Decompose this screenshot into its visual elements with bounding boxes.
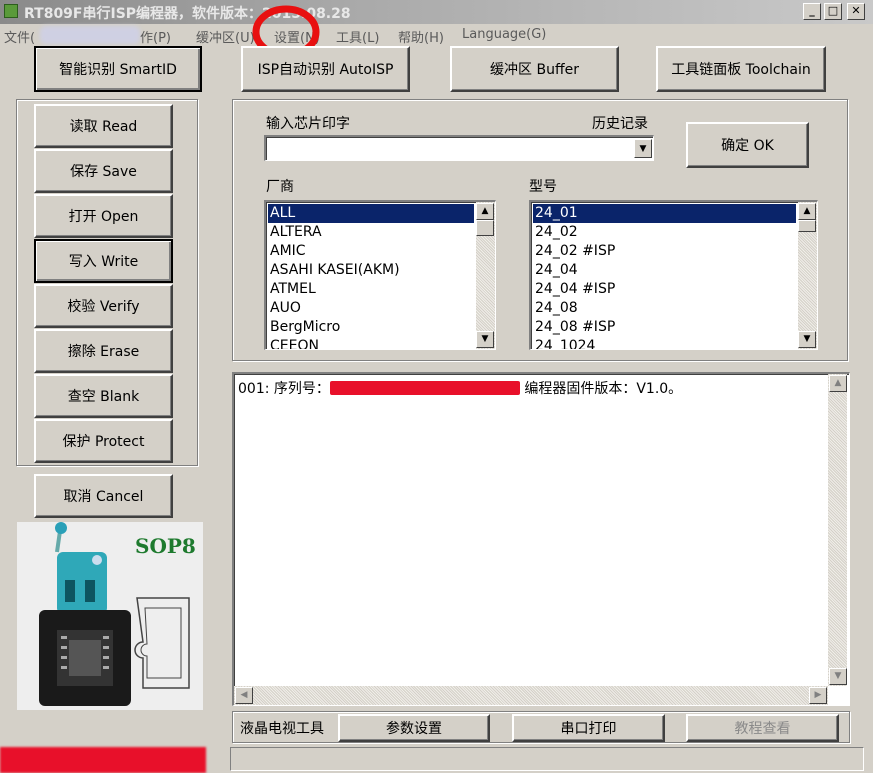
vendor-list[interactable]: ALL ALTERA AMIC ASAHI KASEI(AKM) ATMEL A… — [264, 200, 496, 350]
restore-button[interactable]: □ — [824, 3, 842, 20]
save-button[interactable]: 保存 Save — [34, 149, 173, 193]
menu-help[interactable]: 帮助(H) — [398, 27, 444, 46]
model-scroll-thumb[interactable] — [798, 220, 816, 232]
serial-print-button[interactable]: 串口打印 — [512, 714, 665, 742]
cancel-button[interactable]: 取消 Cancel — [34, 474, 173, 518]
write-button[interactable]: 写入 Write — [34, 239, 173, 283]
chip-input-dropdown-arrow-icon[interactable]: ▼ — [634, 139, 652, 158]
title-bar: RT809F串行ISP编程器，软件版本：2015.08.28 _ □ ✕ — [0, 0, 873, 24]
vendor-item[interactable]: ALTERA — [268, 223, 474, 242]
vendor-item[interactable]: AUO — [268, 299, 474, 318]
app-icon — [4, 4, 18, 18]
menu-bar: 文件( 作(P) 缓冲区(U) 设置(N) 工具(L) 帮助(H) Langua… — [0, 24, 873, 46]
model-item[interactable]: 24_02 #ISP — [533, 242, 796, 261]
vendor-scroll-up-icon[interactable]: ▲ — [476, 203, 494, 220]
menu-tools[interactable]: 工具(L) — [336, 27, 379, 46]
lcd-tool-label: 液晶电视工具 — [240, 721, 324, 737]
log-scroll-left-icon[interactable]: ◀ — [235, 687, 253, 704]
log-line: 001: 序列号： 编程器固件版本：V1.0。 — [238, 378, 682, 398]
sop8-caption: SOP8 — [135, 534, 196, 558]
status-bar — [0, 745, 873, 773]
log-area[interactable]: 001: 序列号： 编程器固件版本：V1.0。 ▲ ▼ ◀ ▶ — [232, 372, 850, 706]
chip-input-combo[interactable]: ▼ — [264, 135, 654, 161]
minimize-button[interactable]: _ — [803, 3, 821, 20]
log-line-suffix: 编程器固件版本：V1.0。 — [519, 381, 683, 397]
model-scroll-up-icon[interactable]: ▲ — [798, 203, 816, 220]
chip-input-field[interactable] — [268, 138, 628, 158]
buffer-button[interactable]: 缓冲区 Buffer — [450, 46, 619, 92]
toolchain-button[interactable]: 工具链面板 Toolchain — [656, 46, 826, 92]
vendor-scroll-down-icon[interactable]: ▼ — [476, 331, 494, 348]
autoisp-button[interactable]: ISP自动识别 AutoISP — [241, 46, 410, 92]
params-button[interactable]: 参数设置 — [338, 714, 490, 742]
menu-buffer[interactable]: 缓冲区(U) — [196, 27, 255, 46]
log-scroll-down-icon[interactable]: ▼ — [829, 668, 847, 685]
log-scroll-right-icon[interactable]: ▶ — [809, 687, 827, 704]
serial-redaction — [329, 381, 520, 395]
model-item[interactable]: 24_1024 — [533, 337, 796, 349]
log-hscrollbar[interactable] — [234, 686, 828, 705]
open-button[interactable]: 打开 Open — [34, 194, 173, 238]
log-scroll-up-icon[interactable]: ▲ — [829, 375, 847, 392]
socket-image: SOP8 — [17, 522, 203, 710]
menu-language[interactable]: Language(G) — [462, 27, 546, 42]
log-vscrollbar[interactable] — [828, 374, 847, 686]
read-button[interactable]: 读取 Read — [34, 104, 173, 148]
close-button[interactable]: ✕ — [847, 3, 865, 20]
smartid-button[interactable]: 智能识别 SmartID — [34, 46, 202, 92]
chip-input-label: 输入芯片印字 — [266, 116, 350, 132]
vendor-item[interactable]: ASAHI KASEI(AKM) — [268, 261, 474, 280]
status-panel — [230, 747, 864, 771]
model-item[interactable]: 24_08 — [533, 299, 796, 318]
vendor-item[interactable]: CEEON — [268, 337, 474, 349]
ok-button[interactable]: 确定 OK — [686, 122, 809, 168]
status-redaction — [0, 747, 206, 773]
vendor-item[interactable]: AMIC — [268, 242, 474, 261]
vendor-label: 厂商 — [266, 179, 294, 195]
history-label: 历史记录 — [592, 116, 648, 132]
vendor-item[interactable]: BergMicro — [268, 318, 474, 337]
model-item[interactable]: 24_01 — [533, 204, 796, 223]
protect-button[interactable]: 保护 Protect — [34, 419, 173, 463]
model-item[interactable]: 24_04 #ISP — [533, 280, 796, 299]
tutorial-button[interactable]: 教程查看 — [686, 714, 839, 742]
model-label: 型号 — [529, 179, 557, 195]
model-list[interactable]: 24_01 24_02 24_02 #ISP 24_04 24_04 #ISP … — [529, 200, 818, 350]
menu-file[interactable]: 文件( — [4, 27, 35, 46]
menu-redaction — [40, 26, 140, 44]
model-item[interactable]: 24_08 #ISP — [533, 318, 796, 337]
vendor-item[interactable]: ALL — [268, 204, 474, 223]
blank-button[interactable]: 查空 Blank — [34, 374, 173, 418]
verify-button[interactable]: 校验 Verify — [34, 284, 173, 328]
erase-button[interactable]: 擦除 Erase — [34, 329, 173, 373]
vendor-item[interactable]: ATMEL — [268, 280, 474, 299]
menu-operate[interactable]: 作(P) — [140, 27, 171, 46]
vendor-scroll-thumb[interactable] — [476, 220, 494, 236]
model-item[interactable]: 24_04 — [533, 261, 796, 280]
log-line-prefix: 001: 序列号： — [238, 381, 330, 397]
model-scroll-down-icon[interactable]: ▼ — [798, 331, 816, 348]
model-item[interactable]: 24_02 — [533, 223, 796, 242]
